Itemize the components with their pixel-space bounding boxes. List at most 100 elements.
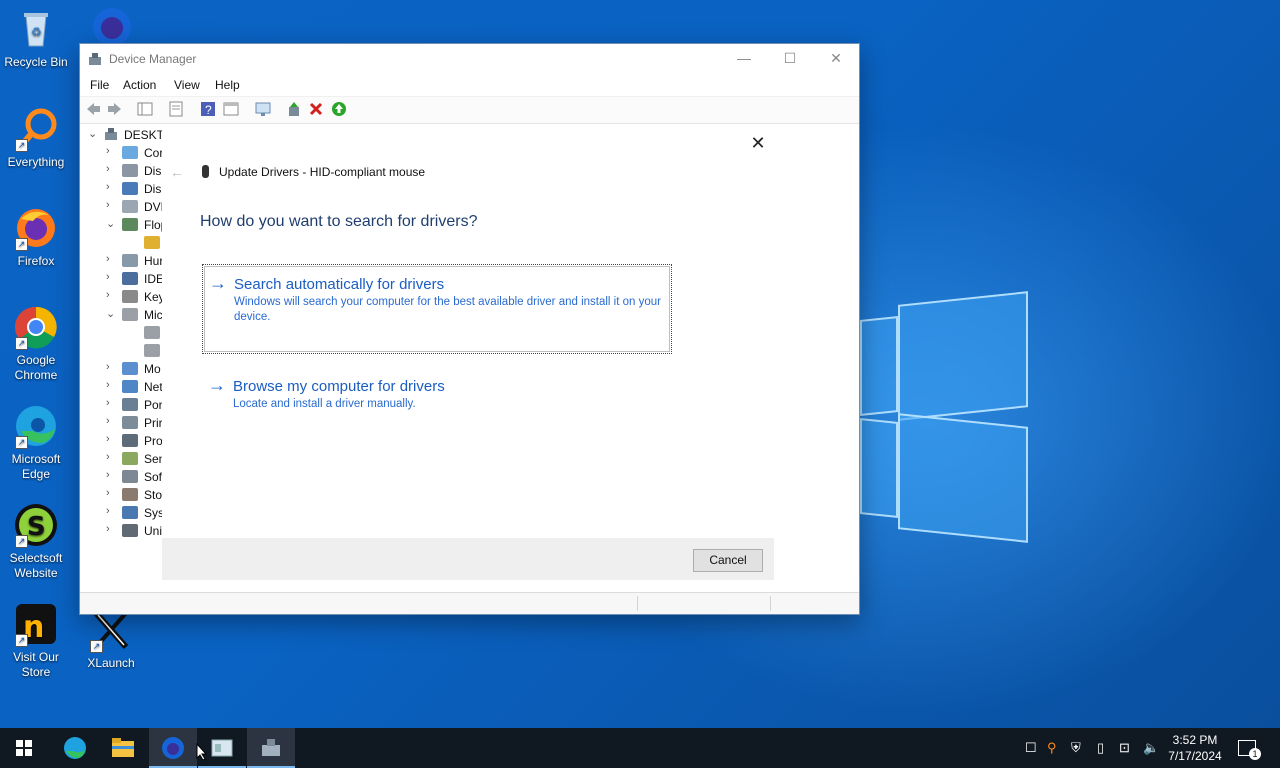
everything-search-icon: ↗ <box>13 106 59 152</box>
volume-muted-icon[interactable]: 🔈 <box>1143 740 1159 756</box>
properties-icon[interactable] <box>168 101 184 117</box>
tree-item[interactable] <box>80 234 164 252</box>
tree-item[interactable]: › Key <box>80 288 164 306</box>
chevron-down-icon[interactable]: ⌄ <box>88 127 97 140</box>
chevron-right-icon[interactable]: › <box>106 379 110 391</box>
tree-item[interactable]: › Sof <box>80 468 164 486</box>
scan-hardware-icon[interactable] <box>255 101 271 117</box>
chevron-down-icon[interactable]: ⌄ <box>106 217 115 230</box>
security-shield-icon[interactable]: ⛨ <box>1071 740 1081 756</box>
menu-file[interactable]: File <box>90 78 109 92</box>
notification-badge: 1 <box>1249 748 1261 760</box>
clock[interactable]: 3:52 PM 7/17/2024 <box>1163 732 1227 764</box>
chevron-down-icon[interactable]: ⌄ <box>106 307 115 320</box>
dialog-footer: Cancel <box>162 538 774 580</box>
taskbar-file-explorer[interactable] <box>99 728 147 768</box>
taskbar-edge[interactable] <box>50 728 98 768</box>
tree-item[interactable] <box>80 342 164 360</box>
device-category-icon <box>122 416 138 429</box>
show-hide-tree-icon[interactable] <box>137 101 153 117</box>
chevron-right-icon[interactable]: › <box>106 415 110 427</box>
search-automatically-option[interactable]: → Search automatically for drivers Windo… <box>202 264 672 354</box>
tree-item-label: Mo <box>144 362 161 376</box>
tree-item[interactable]: › Sto <box>80 486 164 504</box>
chevron-right-icon[interactable]: › <box>106 253 110 265</box>
tree-item-label: Por <box>144 398 163 412</box>
tree-item[interactable]: › Pro <box>80 432 164 450</box>
forward-arrow-icon[interactable] <box>107 101 123 117</box>
shortcut-arrow-icon: ↗ <box>15 139 28 152</box>
tree-item[interactable]: › Por <box>80 396 164 414</box>
shortcut-arrow-icon: ↗ <box>15 634 28 647</box>
chevron-right-icon[interactable]: › <box>106 523 110 535</box>
status-bar <box>80 592 859 614</box>
start-button[interactable] <box>0 728 48 768</box>
desktop-icon-store[interactable]: n ↗ Visit Our Store <box>0 601 72 680</box>
tree-item[interactable]: › Uni <box>80 522 164 540</box>
tree-item[interactable]: › Hur <box>80 252 164 270</box>
menu-action[interactable]: Action <box>123 78 156 92</box>
tree-item-label: Hur <box>144 254 164 268</box>
desktop-icon-selectsoft[interactable]: S ↗ Selectsoft Website <box>0 502 72 581</box>
cancel-button[interactable]: Cancel <box>693 549 763 572</box>
chevron-right-icon[interactable]: › <box>106 487 110 499</box>
tree-item[interactable]: ⌄ Mic <box>80 306 164 324</box>
menu-view[interactable]: View <box>174 78 200 92</box>
maximize-button[interactable]: ☐ <box>767 44 813 74</box>
chevron-right-icon[interactable]: › <box>106 145 110 157</box>
uninstall-device-icon[interactable] <box>308 101 324 117</box>
tree-item-label: IDE <box>144 272 164 286</box>
tree-root[interactable]: ⌄ DESKTC <box>80 126 164 144</box>
chevron-right-icon[interactable]: › <box>106 505 110 517</box>
chevron-right-icon[interactable]: › <box>106 289 110 301</box>
tree-item[interactable]: › Prir <box>80 414 164 432</box>
chevron-right-icon[interactable]: › <box>106 469 110 481</box>
desktop-icon-xlaunch[interactable]: ↗ XLaunch <box>75 607 147 671</box>
back-arrow-button[interactable]: ← <box>170 164 184 180</box>
desktop-icon-firefox[interactable]: ↗ Firefox <box>0 205 72 269</box>
title-bar[interactable]: Device Manager — ☐ ✕ <box>80 44 859 74</box>
chevron-right-icon[interactable]: › <box>106 163 110 175</box>
view-icon[interactable] <box>223 101 239 117</box>
tree-item[interactable]: › Disl <box>80 162 164 180</box>
desktop-icon-everything[interactable]: ↗ Everything <box>0 106 72 170</box>
minimize-button[interactable]: — <box>721 44 767 74</box>
tree-item[interactable]: › Cor <box>80 144 164 162</box>
browse-computer-option[interactable]: → Browse my computer for drivers Locate … <box>202 368 670 416</box>
back-arrow-icon[interactable] <box>85 101 101 117</box>
chevron-right-icon[interactable]: › <box>106 397 110 409</box>
desktop-icon-chrome[interactable]: ↗ Google Chrome <box>0 304 72 383</box>
everything-tray-icon[interactable]: ⚲ <box>1047 740 1057 756</box>
tree-item[interactable]: › Disp <box>80 180 164 198</box>
close-button[interactable]: ✕ <box>813 44 859 74</box>
tree-item[interactable] <box>80 324 164 342</box>
usb-icon[interactable]: ▯ <box>1097 740 1104 756</box>
action-center-icon[interactable]: ☐ <box>1025 740 1037 756</box>
tree-item[interactable]: › Mo <box>80 360 164 378</box>
update-driver-icon[interactable] <box>286 101 302 117</box>
enable-device-icon[interactable] <box>331 101 347 117</box>
tree-item[interactable]: › DVD <box>80 198 164 216</box>
desktop-icon-recycle-bin[interactable]: ♻ Recycle Bin <box>0 6 72 70</box>
chevron-right-icon[interactable]: › <box>106 433 110 445</box>
menu-help[interactable]: Help <box>215 78 240 92</box>
chevron-right-icon[interactable]: › <box>106 271 110 283</box>
tree-item[interactable]: › IDE <box>80 270 164 288</box>
chevron-right-icon[interactable]: › <box>106 181 110 193</box>
chevron-right-icon[interactable]: › <box>106 199 110 211</box>
tree-item[interactable]: › Sen <box>80 450 164 468</box>
taskbar-device-manager[interactable] <box>247 728 295 768</box>
taskbar-firefox-dev[interactable] <box>149 728 197 768</box>
tree-item[interactable]: › Net <box>80 378 164 396</box>
desktop-icon-edge[interactable]: ↗ Microsoft Edge <box>0 403 72 482</box>
dialog-close-button[interactable]: ✕ <box>748 133 768 154</box>
help-icon[interactable]: ? <box>200 101 216 117</box>
tree-item[interactable]: ⌄ Flop <box>80 216 164 234</box>
device-category-icon <box>122 398 138 411</box>
chevron-right-icon[interactable]: › <box>106 451 110 463</box>
tree-item[interactable]: › Sys <box>80 504 164 522</box>
chevron-right-icon[interactable]: › <box>106 361 110 373</box>
network-icon[interactable]: ⊡ <box>1119 740 1130 756</box>
icon-label: Everything <box>7 155 65 169</box>
tree-item-label: Flop <box>144 218 164 232</box>
